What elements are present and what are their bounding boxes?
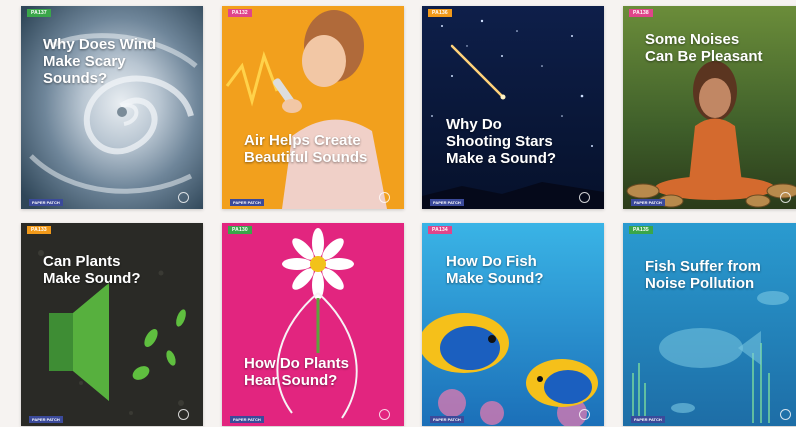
publisher-logo-icon bbox=[178, 409, 189, 420]
card-fish-make-sound[interactable]: PA134 How Do Fish Make Sound? PAPER PATC… bbox=[422, 223, 604, 426]
card-tag: PA137 bbox=[27, 9, 51, 17]
card-title: Why Does Wind Make Scary Sounds? bbox=[43, 36, 157, 87]
card-title: Why Do Shooting Stars Make a Sound? bbox=[446, 116, 557, 167]
publisher-logo-icon bbox=[579, 192, 590, 203]
publisher-logo-icon bbox=[780, 192, 791, 203]
card-title: How Do Fish Make Sound? bbox=[446, 253, 544, 287]
card-footer: PAPER PATCH bbox=[631, 416, 665, 423]
card-noise-pollution[interactable]: PA135 Fish Suffer from Noise Pollution P… bbox=[623, 223, 796, 426]
card-footer: PAPER PATCH bbox=[230, 416, 264, 423]
card-air-helps[interactable]: PA132 Air Helps Create Beautiful Sounds … bbox=[222, 6, 404, 209]
card-tag: PA135 bbox=[629, 226, 653, 234]
publisher-logo-icon bbox=[178, 192, 189, 203]
card-tag: PA130 bbox=[228, 226, 252, 234]
publisher-logo-icon bbox=[379, 409, 390, 420]
card-title: Air Helps Create Beautiful Sounds bbox=[244, 132, 368, 166]
card-can-plants[interactable]: PA133 Can Plants Make Sound? PAPER PATCH bbox=[21, 223, 203, 426]
card-footer: PAPER PATCH bbox=[29, 199, 63, 206]
girl-singing-image bbox=[222, 6, 404, 209]
card-why-does-wind[interactable]: PA137 Why Does Wind Make Scary Sounds? P… bbox=[21, 6, 203, 209]
card-tag: PA134 bbox=[428, 226, 452, 234]
publisher-logo-icon bbox=[379, 192, 390, 203]
card-plants-hear[interactable]: PA130 How Do Plants Hear Sound? PAPER PA… bbox=[222, 223, 404, 426]
card-tag: PA133 bbox=[27, 226, 51, 234]
card-title: Some Noises Can Be Pleasant bbox=[645, 31, 763, 65]
card-footer: PAPER PATCH bbox=[230, 199, 264, 206]
card-title: Can Plants Make Sound? bbox=[43, 253, 141, 287]
card-tag: PA132 bbox=[228, 9, 252, 17]
card-title: How Do Plants Hear Sound? bbox=[244, 355, 350, 389]
flower-earphones-image bbox=[222, 223, 404, 426]
publisher-logo-icon bbox=[780, 409, 791, 420]
underwater-fish-image bbox=[623, 223, 796, 426]
publisher-logo-icon bbox=[579, 409, 590, 420]
card-title: Fish Suffer from Noise Pollution bbox=[645, 258, 761, 292]
card-some-noises[interactable]: PA138 Some Noises Can Be Pleasant PAPER … bbox=[623, 6, 796, 209]
card-footer: PAPER PATCH bbox=[430, 416, 464, 423]
card-tag: PA138 bbox=[629, 9, 653, 17]
night-sky-image bbox=[422, 6, 604, 209]
card-tag: PA136 bbox=[428, 9, 452, 17]
card-footer: PAPER PATCH bbox=[430, 199, 464, 206]
card-grid: PA137 Why Does Wind Make Scary Sounds? P… bbox=[0, 0, 796, 427]
card-shooting-stars[interactable]: PA136 Why Do Shooting Stars Make a Sound… bbox=[422, 6, 604, 209]
card-footer: PAPER PATCH bbox=[631, 199, 665, 206]
card-footer: PAPER PATCH bbox=[29, 416, 63, 423]
